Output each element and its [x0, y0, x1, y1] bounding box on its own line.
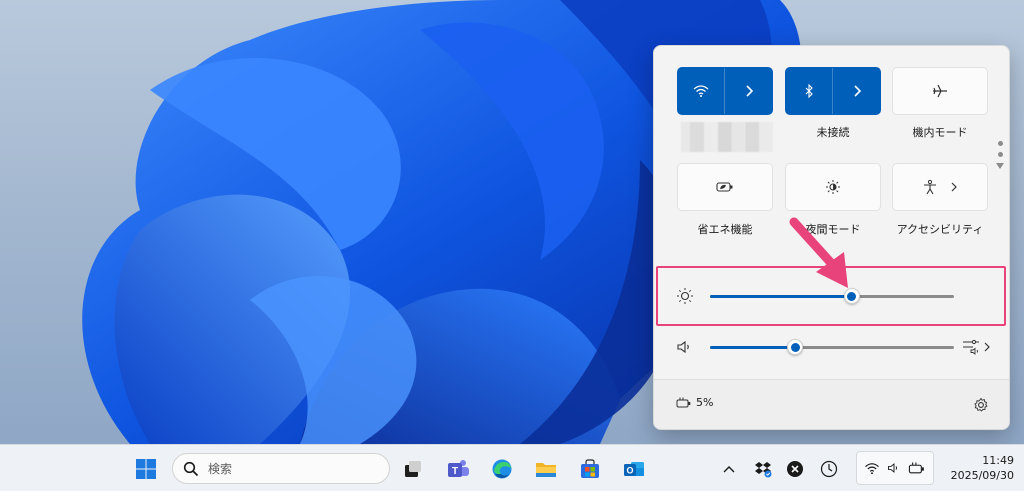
battery-saver-label: 省エネ機能	[697, 223, 753, 236]
search-placeholder: 検索	[208, 462, 233, 476]
wifi-tile[interactable]	[677, 67, 773, 115]
night-light-icon	[826, 180, 840, 194]
speaker-icon	[888, 463, 897, 473]
svg-text:T: T	[452, 466, 458, 477]
taskbar-clock[interactable]: 11:49 2025/09/30	[940, 453, 1020, 483]
wifi-expand-button[interactable]	[725, 68, 772, 114]
audio-output-button[interactable]	[961, 338, 991, 356]
volume-slider-fill	[710, 346, 796, 349]
wifi-toggle[interactable]	[678, 68, 725, 114]
volume-slider-thumb[interactable]	[787, 339, 804, 355]
edge-icon	[492, 459, 512, 479]
chevron-right-icon	[984, 342, 990, 352]
bluetooth-tile[interactable]	[785, 67, 881, 115]
accessibility-label: アクセシビリティ	[896, 223, 984, 236]
wifi-icon	[865, 462, 879, 474]
bluetooth-label: 未接続	[816, 126, 850, 139]
chevron-up-icon	[723, 466, 735, 473]
gear-icon[interactable]	[973, 397, 989, 413]
start-icon	[136, 459, 156, 479]
clock-time: 11:49	[982, 454, 1014, 467]
battery-charging-icon	[676, 397, 691, 407]
task-view-button[interactable]	[397, 453, 429, 485]
volume-slider[interactable]	[710, 339, 954, 355]
next-page-arrow-icon	[996, 163, 1004, 169]
chevron-right-icon	[853, 85, 861, 97]
page-dot	[997, 141, 1003, 146]
taskbar-search-box[interactable]: 検索	[172, 453, 390, 484]
battery-saver-tile[interactable]	[677, 163, 773, 211]
taskbar: 検索 T O 11:49 2025/09/30	[0, 444, 1024, 491]
edge-button[interactable]	[486, 453, 518, 485]
dropbox-tray-button[interactable]	[748, 453, 778, 485]
page-indicator[interactable]	[996, 141, 1004, 169]
accessibility-tile[interactable]	[892, 163, 988, 211]
dropbox-icon	[755, 462, 772, 478]
svg-text:O: O	[626, 466, 633, 476]
app-tray-button[interactable]	[780, 453, 810, 485]
night-light-tile[interactable]	[785, 163, 881, 211]
page-dot	[997, 152, 1003, 157]
start-button[interactable]	[130, 453, 162, 485]
battery-saver-icon	[716, 182, 733, 192]
airplane-mode-label: 機内モード	[912, 126, 968, 139]
chevron-right-icon	[951, 182, 957, 192]
quick-settings-tray-button[interactable]	[856, 451, 934, 485]
bluetooth-icon	[805, 84, 813, 98]
battery-status[interactable]: 5%	[676, 396, 713, 409]
clock-app-icon	[820, 460, 838, 478]
search-icon	[183, 461, 199, 476]
file-explorer-icon	[536, 463, 556, 477]
teams-button[interactable]: T	[442, 453, 474, 485]
outlook-button[interactable]: O	[618, 453, 650, 485]
clock-app-tray-button[interactable]	[814, 453, 844, 485]
wifi-network-name-redacted	[681, 122, 773, 152]
bluetooth-expand-button[interactable]	[833, 68, 880, 114]
task-view-icon	[405, 461, 421, 477]
battery-percent: 5%	[696, 396, 714, 409]
teams-icon: T	[448, 460, 469, 477]
speaker-icon[interactable]	[676, 338, 694, 356]
store-icon	[581, 459, 599, 478]
battery-charging-icon	[908, 462, 924, 473]
show-hidden-icons-button[interactable]	[714, 453, 744, 485]
chevron-right-icon	[745, 85, 753, 97]
close-circle-icon	[787, 461, 803, 477]
volume-row	[654, 336, 1009, 360]
bluetooth-toggle[interactable]	[786, 68, 833, 114]
airplane-icon	[933, 84, 947, 98]
clock-date: 2025/09/30	[950, 469, 1014, 482]
audio-output-icon	[963, 339, 979, 355]
wifi-icon	[693, 85, 709, 97]
store-button[interactable]	[574, 453, 606, 485]
annotation-arrow-icon	[789, 217, 848, 288]
accessibility-icon	[924, 179, 936, 195]
airplane-mode-tile[interactable]	[892, 67, 988, 115]
file-explorer-button[interactable]	[530, 453, 562, 485]
outlook-icon: O	[624, 462, 644, 476]
quick-settings-footer: 5%	[654, 379, 1009, 429]
